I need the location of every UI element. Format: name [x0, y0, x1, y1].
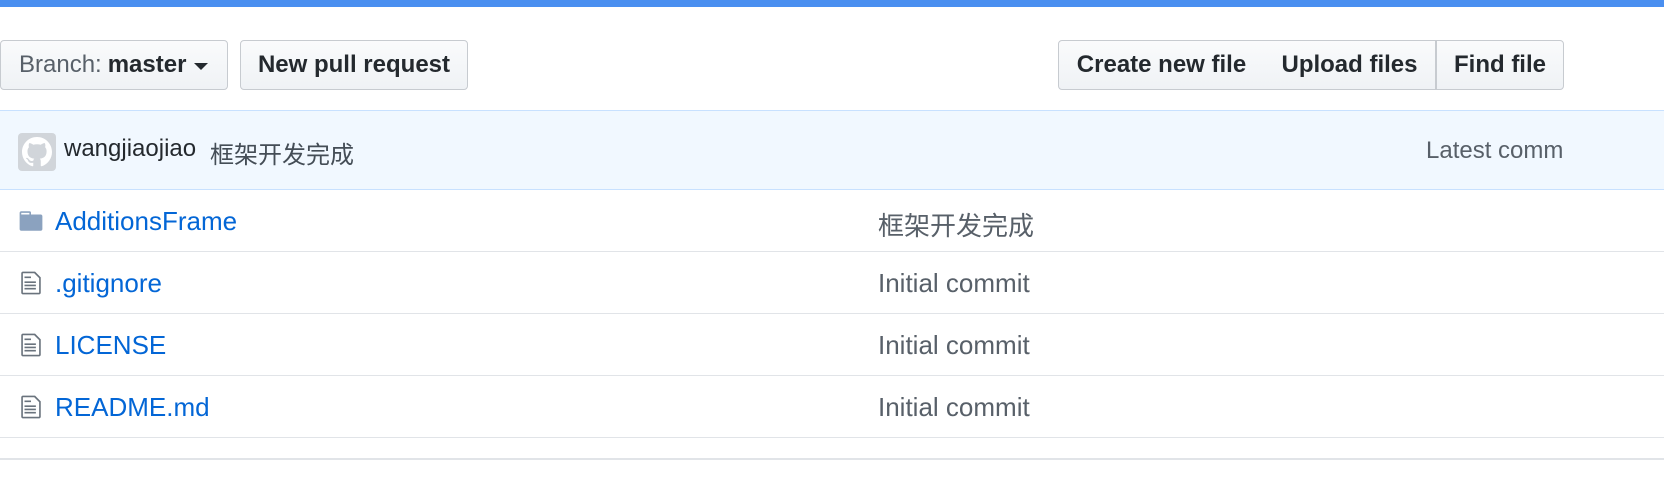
latest-commit-bar: wangjiaojiao 框架开发完成 Latest comm	[0, 110, 1664, 190]
divider	[0, 458, 1664, 460]
file-name-link[interactable]: AdditionsFrame	[55, 206, 237, 237]
latest-commit-label: Latest comm	[1426, 137, 1564, 164]
file-text-icon	[21, 395, 41, 419]
file-text-icon	[21, 271, 41, 295]
caret-down-icon	[194, 62, 209, 70]
new-pull-request-button[interactable]: New pull request	[240, 40, 468, 90]
commit-message-link[interactable]: 框架开发完成	[210, 135, 354, 170]
upload-files-button[interactable]: Upload files	[1264, 40, 1436, 90]
avatar[interactable]	[18, 133, 56, 171]
file-commit-message-link[interactable]: Initial commit	[878, 330, 1030, 361]
branch-name: master	[107, 51, 187, 78]
file-commit-message-link[interactable]: 框架开发完成	[878, 206, 1034, 243]
top-accent-bar	[0, 0, 1664, 7]
create-new-file-button[interactable]: Create new file	[1058, 40, 1265, 90]
file-row: LICENSE Initial commit	[0, 314, 1664, 376]
github-octocat-icon	[22, 137, 52, 167]
find-file-button[interactable]: Find file	[1436, 40, 1564, 90]
file-row: AdditionsFrame 框架开发完成	[0, 190, 1664, 252]
file-name-link[interactable]: .gitignore	[55, 268, 162, 299]
branch-select-button[interactable]: Branch: master	[0, 40, 228, 90]
file-row: .gitignore Initial commit	[0, 252, 1664, 314]
file-row: README.md Initial commit	[0, 376, 1664, 438]
file-commit-message-link[interactable]: Initial commit	[878, 268, 1030, 299]
file-commit-message-link[interactable]: Initial commit	[878, 392, 1030, 423]
folder-icon	[19, 211, 43, 231]
commit-author-link[interactable]: wangjiaojiao	[64, 135, 196, 163]
file-list: AdditionsFrame 框架开发完成 .gitignore Initial…	[0, 190, 1664, 438]
file-name-link[interactable]: README.md	[55, 392, 210, 423]
file-name-link[interactable]: LICENSE	[55, 330, 166, 361]
branch-prefix-label: Branch:	[19, 51, 102, 78]
file-text-icon	[21, 333, 41, 357]
